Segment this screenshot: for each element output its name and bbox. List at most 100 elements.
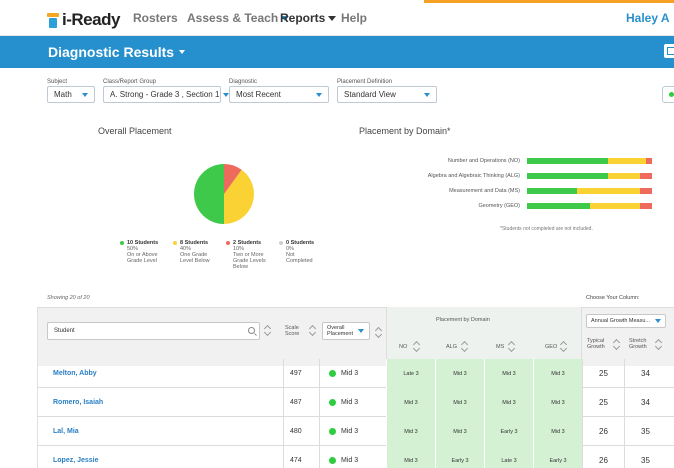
- domain-cell-ms: Early 3: [484, 417, 533, 446]
- scale-score: 497: [283, 359, 319, 388]
- bar-seg-red: [639, 188, 652, 194]
- domain-header-no: NO: [399, 344, 408, 350]
- print-button[interactable]: [664, 44, 674, 58]
- typical-growth-header: Typical Growth: [587, 338, 605, 350]
- page-title: Diagnostic Results: [48, 44, 175, 60]
- legend-dot-gray: [279, 241, 283, 245]
- chevron-down-icon: [655, 319, 661, 323]
- overall-placement-cell: Mid 3: [319, 388, 387, 417]
- nav-assess-teach[interactable]: Assess & Teach: [187, 11, 290, 25]
- subject-select[interactable]: Math: [47, 86, 95, 103]
- diagnostic-value: Most Recent: [236, 90, 281, 99]
- domain-footnote: *Students not completed are not included…: [500, 226, 593, 232]
- chevron-down-icon: [424, 92, 430, 97]
- stretch-growth-value: 34: [624, 359, 666, 388]
- sort-icon[interactable]: [265, 325, 271, 335]
- bar-seg-green: [527, 158, 609, 164]
- student-name-link[interactable]: Lopez, Jessie: [53, 446, 99, 468]
- overall-placement-select[interactable]: Overall Placement: [322, 322, 370, 340]
- chevron-down-icon: [358, 329, 364, 333]
- legend-item-one-below: 8 Students 40% One Grade Level Below: [173, 240, 229, 264]
- column-select-value: Annual Growth Measu...: [591, 318, 651, 324]
- domain-cell-ms: Mid 3: [484, 388, 533, 417]
- table-row: Melton, Abby 497 Mid 3 Late 3 Mid 3 Mid …: [37, 359, 674, 388]
- sort-icon[interactable]: [656, 339, 662, 349]
- page-title-dropdown[interactable]: Diagnostic Results: [48, 44, 186, 60]
- sort-icon[interactable]: [310, 325, 316, 335]
- domain-cell-alg: Early 3: [435, 446, 484, 468]
- domain-cell-geo: Mid 3: [533, 388, 582, 417]
- choose-column-label: Choose Your Column:: [586, 295, 640, 301]
- legend-item-not-completed: 0 Students 0% Not Completed: [279, 240, 335, 264]
- domain-cell-alg: Mid 3: [435, 417, 484, 446]
- nav-reports[interactable]: Reports: [280, 11, 337, 25]
- sort-icon[interactable]: [561, 341, 567, 351]
- domain-bar-ms[interactable]: [527, 188, 652, 194]
- placement-definition-value: Standard View: [344, 90, 396, 99]
- class-group-select[interactable]: A. Strong - Grade 3 , Section 1: [103, 86, 230, 103]
- nav-reports-label: Reports: [280, 11, 326, 25]
- domain-cell-ms: Late 3: [484, 446, 533, 468]
- bar-seg-yellow: [577, 188, 640, 194]
- scale-score: 487: [283, 388, 319, 417]
- diagnostic-select[interactable]: Most Recent: [229, 86, 329, 103]
- column-select[interactable]: Annual Growth Measu...: [586, 314, 666, 328]
- sort-icon[interactable]: [614, 339, 620, 349]
- sort-icon[interactable]: [509, 341, 515, 351]
- student-name-link[interactable]: Romero, Isaiah: [53, 388, 103, 417]
- bar-seg-green: [527, 173, 609, 179]
- bar-seg-red: [639, 173, 652, 179]
- chevron-down-icon: [82, 92, 88, 97]
- legend-desc: Level Below: [180, 258, 210, 264]
- view-toggle[interactable]: [662, 86, 674, 103]
- iready-logo[interactable]: i-Ready: [47, 10, 120, 30]
- overall-placement-cell: Mid 3: [319, 417, 387, 446]
- sort-icon[interactable]: [414, 341, 420, 351]
- scale-score: 474: [283, 446, 319, 468]
- domain-header-ms: MS: [496, 344, 505, 350]
- placement-dot-icon: [329, 457, 336, 464]
- domain-cell-no: Mid 3: [386, 388, 435, 417]
- domain-cell-no: Late 3: [386, 359, 435, 388]
- domain-cell-ms: Mid 3: [484, 359, 533, 388]
- placement-definition-label: Placement Definition: [337, 79, 393, 85]
- stretch-growth-value: 35: [624, 446, 666, 468]
- bar-seg-red: [645, 158, 652, 164]
- subject-value: Math: [54, 90, 72, 99]
- student-search-input[interactable]: Student: [47, 322, 260, 340]
- legend-desc: Below: [233, 264, 248, 270]
- nav-help[interactable]: Help: [341, 11, 367, 25]
- class-group-value: A. Strong - Grade 3 , Section 1: [110, 90, 220, 99]
- domain-bar-no[interactable]: [527, 158, 652, 164]
- search-icon[interactable]: [248, 327, 255, 334]
- logo-text: i-Ready: [62, 10, 120, 29]
- placement-value: Mid 3: [341, 457, 359, 464]
- nav-assess-teach-label: Assess & Teach: [187, 11, 279, 25]
- domain-label-alg: Algebra and Algebraic Thinking (ALG): [427, 173, 520, 179]
- chevron-down-icon: [328, 15, 337, 21]
- domain-bar-alg[interactable]: [527, 173, 652, 179]
- scale-score-header: Scale Score: [285, 325, 300, 337]
- placement-value: Mid 3: [341, 399, 359, 406]
- domain-label-no: Number and Operations (NO): [447, 158, 520, 164]
- sort-icon[interactable]: [376, 327, 382, 337]
- typical-growth-value: 26: [582, 446, 624, 468]
- bar-seg-yellow: [608, 158, 646, 164]
- domain-bar-geo[interactable]: [527, 203, 652, 209]
- sort-icon[interactable]: [462, 341, 468, 351]
- table-row: Lal, Mia 480 Mid 3 Mid 3 Mid 3 Early 3 M…: [37, 417, 674, 446]
- placement-definition-select[interactable]: Standard View: [337, 86, 437, 103]
- typical-growth-value: 25: [582, 359, 624, 388]
- domain-cell-no: Mid 3: [386, 446, 435, 468]
- chevron-down-icon: [316, 92, 322, 97]
- pie-slice-on-grade[interactable]: [194, 164, 224, 224]
- domain-cell-geo: Early 3: [533, 446, 582, 468]
- showing-count: Showing 20 of 20: [47, 295, 90, 301]
- legend-desc: Grade Level: [127, 258, 157, 264]
- student-name-link[interactable]: Melton, Abby: [53, 359, 97, 388]
- legend-item-on-grade: 10 Students 50% On or Above Grade Level: [120, 240, 176, 264]
- diagnostic-label: Diagnostic: [229, 79, 258, 85]
- student-name-link[interactable]: Lal, Mia: [53, 417, 79, 446]
- user-menu[interactable]: Haley A: [626, 11, 670, 25]
- nav-rosters[interactable]: Rosters: [133, 11, 178, 25]
